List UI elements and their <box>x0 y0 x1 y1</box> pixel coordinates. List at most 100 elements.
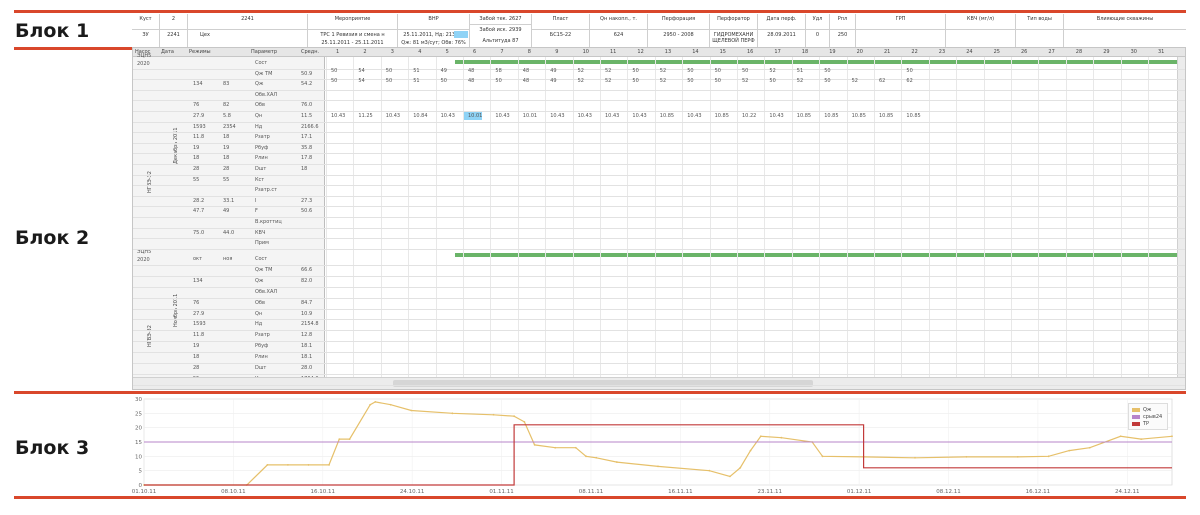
legend-swatch <box>1132 414 1140 419</box>
mode-value: 75.0 <box>193 229 205 236</box>
param-label: Прим <box>255 240 269 247</box>
influencing-wells-value <box>1064 30 1186 47</box>
day-number: 26 <box>1021 49 1028 55</box>
legend-label: Qж <box>1143 406 1152 413</box>
row-divider <box>133 217 1185 218</box>
series-point-qzh <box>1068 449 1071 452</box>
water-type-value <box>1016 30 1064 47</box>
day-value: 51 <box>796 68 804 74</box>
row-divider <box>133 100 1185 102</box>
series-point-qzh <box>410 409 413 412</box>
perforator-value: ГИДРОМЕХАНИ ЩЕЛЕВОЙ ПЕРФ <box>710 30 758 47</box>
mode-value: 49 <box>223 208 230 215</box>
day-number: 31 <box>1158 49 1165 55</box>
day-value: 10.84 <box>413 113 428 119</box>
day-value: 10.43 <box>632 113 647 119</box>
day-value: 50 <box>495 78 502 84</box>
mode-value: 1593 <box>193 321 206 328</box>
udl-label: Удл <box>806 14 830 30</box>
day-number: 20 <box>856 49 863 55</box>
day-value: 10.85 <box>879 113 894 119</box>
day-number: 5 <box>445 49 449 55</box>
selected-cell-highlight <box>454 31 468 38</box>
param-average: 54.2 <box>301 81 313 88</box>
row-divider <box>133 111 1185 112</box>
day-value: 10.85 <box>659 113 675 119</box>
y-tick-label: 15 <box>135 440 142 446</box>
day-number: 14 <box>692 49 699 55</box>
influencing-wells-label: Влияющие скважины <box>1064 14 1186 30</box>
day-number: 23 <box>938 49 946 55</box>
mode-value: 27.9 <box>193 310 205 317</box>
x-tick-label: 01.10.11 <box>132 489 156 495</box>
day-value: 10.01 <box>468 113 483 119</box>
row-divider <box>133 286 1185 288</box>
day-number: 10 <box>582 49 589 55</box>
day-value: 50 <box>714 68 721 74</box>
day-value: 52 <box>796 78 804 84</box>
series-point-qzh <box>1119 435 1122 438</box>
x-tick-label: 24.10.11 <box>400 489 425 495</box>
param-average: 2166.6 <box>301 123 319 130</box>
row-divider <box>133 195 1185 197</box>
param-label: Dшт <box>255 166 267 172</box>
series-point-qzh <box>780 436 783 439</box>
x-tick-label: 08.10.11 <box>221 489 246 495</box>
day-value: 52 <box>577 78 584 84</box>
param-label: Обв.ХАЛ <box>255 91 278 98</box>
param-average: 27.3 <box>301 197 313 204</box>
day-value: 52 <box>851 78 858 84</box>
day-value: 10.43 <box>331 113 346 119</box>
row-divider <box>133 352 1185 354</box>
x-tick-label: 16.11.11 <box>668 489 693 495</box>
param-label: Qн <box>255 113 263 119</box>
production-chart: 0 5 10 15 20 25 30 01.10.11 08.10.11 16.10.11 24.1… <box>132 395 1186 495</box>
row-divider <box>133 341 1185 343</box>
grid-column-header: Параметр <box>251 49 277 55</box>
mode-value: 18 <box>223 155 230 162</box>
series-point-qzh <box>338 438 341 441</box>
param-average: 18.1 <box>301 354 313 361</box>
day-value: 51 <box>413 68 420 74</box>
row-divider <box>133 297 1185 299</box>
bottom-label: Забой тек. 2627 <box>470 14 532 25</box>
mode-value: 134 <box>193 81 203 88</box>
row-divider <box>133 142 1185 144</box>
vnr-label: ВНР <box>398 14 470 30</box>
scroll-thumb[interactable] <box>393 380 813 387</box>
grp-value <box>856 30 946 47</box>
param-label: Нд <box>255 321 263 328</box>
series-point-qzh <box>328 464 330 466</box>
param-average: 82.0 <box>301 277 313 284</box>
horizontal-scrollbar[interactable] <box>133 377 1185 389</box>
series-point-qzh <box>348 438 351 441</box>
legend-label: срыв24 <box>1143 413 1163 420</box>
row-divider <box>133 363 1185 364</box>
day-number: 27 <box>1048 49 1055 55</box>
param-label: Рлин <box>255 354 268 361</box>
day-value: 62 <box>906 78 913 84</box>
param-label: Обв.ХАЛ <box>255 288 278 295</box>
mode-value: 55 <box>193 176 200 183</box>
chart-legend: Qж срыв24 ТР <box>1128 403 1168 430</box>
day-value: 52 <box>659 68 667 74</box>
day-number: 22 <box>911 49 918 55</box>
param-label: Qн <box>255 310 263 317</box>
grid-column-header: Режимы <box>189 49 211 55</box>
x-tick-label: 23.11.11 <box>757 489 782 495</box>
day-value: 10.43 <box>550 113 565 119</box>
legend-item: Qж <box>1132 406 1164 413</box>
day-value: 10.43 <box>495 113 510 119</box>
day-value: 52 <box>605 68 612 74</box>
row-divider <box>133 238 1185 240</box>
day-value: 48 <box>522 68 530 74</box>
perforator-label: Перфоратор <box>710 14 758 30</box>
day-value: 48 <box>468 78 475 84</box>
mode-value: 82 <box>223 102 230 109</box>
y-tick-label: 25 <box>135 411 142 417</box>
series-point-qzh <box>1088 446 1091 449</box>
series-point-qzh <box>574 446 577 449</box>
legend-swatch <box>1132 421 1140 426</box>
mode-value: 11.8 <box>193 134 205 141</box>
series-point-qzh <box>749 449 752 452</box>
